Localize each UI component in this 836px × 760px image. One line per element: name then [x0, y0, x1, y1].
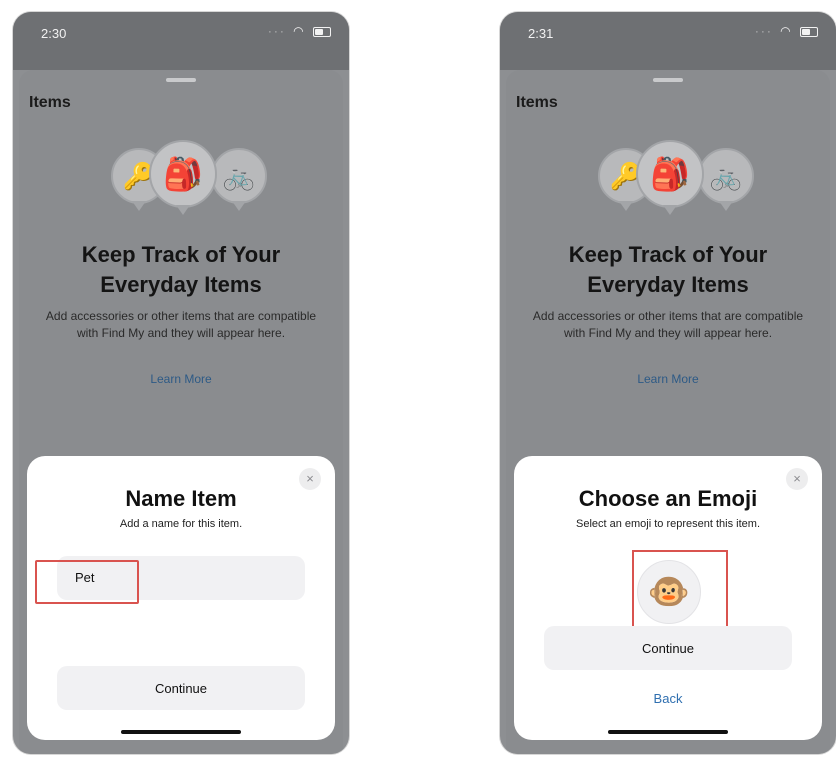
continue-button[interactable]: Continue [544, 626, 792, 670]
backpack-pin: 🎒 [636, 140, 704, 215]
bicycle-pin: 🚲 [211, 148, 267, 211]
headline: Keep Track of Your Everyday Items [506, 240, 830, 300]
modal-title: Name Item [125, 486, 237, 511]
home-indicator [608, 730, 728, 734]
description: Add accessories or other items that are … [532, 309, 804, 340]
backpack-pin: 🎒 [149, 140, 217, 215]
modal-title: Choose an Emoji [578, 486, 758, 511]
headline-line-1: Keep Track of Your [81, 242, 281, 267]
modal-subtitle: Add a name for this item. [119, 518, 243, 530]
backpack-icon: 🎒 [650, 156, 690, 192]
back-link[interactable]: Back [514, 691, 822, 706]
phone-left-name-item: 2:30 ··· ◠ Items 🔑 🚲 🎒 Keep Track of You… [13, 12, 349, 754]
status-bar: 2:31 ··· ◠ [500, 12, 836, 70]
description: Add accessories or other items that are … [45, 309, 317, 340]
headline-line-2: Everyday Items [100, 272, 262, 297]
items-sheet: Items 🔑 🚲 🎒 Keep Track of Your Everyday … [506, 70, 830, 754]
status-time: 2:30 [41, 26, 67, 41]
status-bar: 2:30 ··· ◠ [13, 12, 349, 70]
wifi-icon: ◠ [293, 24, 306, 38]
bicycle-pin: 🚲 [698, 148, 754, 211]
sheet-grabber[interactable] [653, 78, 683, 82]
wifi-icon: ◠ [780, 24, 793, 38]
status-icons: ··· ◠ [755, 24, 818, 38]
headline-line-1: Keep Track of Your [568, 242, 768, 267]
modal-subtitle: Select an emoji to represent this item. [575, 518, 761, 530]
learn-more-link[interactable]: Learn More [19, 372, 343, 386]
headline: Keep Track of Your Everyday Items [19, 240, 343, 300]
battery-icon [313, 26, 331, 37]
learn-more-link[interactable]: Learn More [506, 372, 830, 386]
battery-icon [800, 26, 818, 37]
status-icons: ··· ◠ [268, 24, 331, 38]
signal-icon: ··· [267, 24, 286, 38]
headline-line-2: Everyday Items [587, 272, 749, 297]
home-indicator [121, 730, 241, 734]
bicycle-icon: 🚲 [709, 160, 743, 191]
sheet-grabber[interactable] [166, 78, 196, 82]
emoji-highlight [632, 550, 728, 636]
signal-icon: ··· [754, 24, 773, 38]
backpack-icon: 🎒 [163, 156, 203, 192]
bicycle-icon: 🚲 [222, 160, 256, 191]
status-time: 2:31 [528, 26, 554, 41]
phone-right-choose-emoji: 2:31 ··· ◠ Items 🔑 🚲 🎒 Keep Track of You… [500, 12, 836, 754]
choose-emoji-modal: × Choose an Emoji Select an emoji to rep… [514, 456, 822, 740]
items-title: Items [516, 94, 558, 111]
item-name-value: Pet [75, 570, 95, 585]
name-item-modal: × Name Item Add a name for this item. Pe… [27, 456, 335, 740]
items-title: Items [29, 94, 71, 111]
item-pins: 🔑 🚲 🎒 [19, 138, 343, 228]
continue-button[interactable]: Continue [57, 666, 305, 710]
item-pins: 🔑 🚲 🎒 [506, 138, 830, 228]
items-sheet: Items 🔑 🚲 🎒 Keep Track of Your Everyday … [19, 70, 343, 754]
